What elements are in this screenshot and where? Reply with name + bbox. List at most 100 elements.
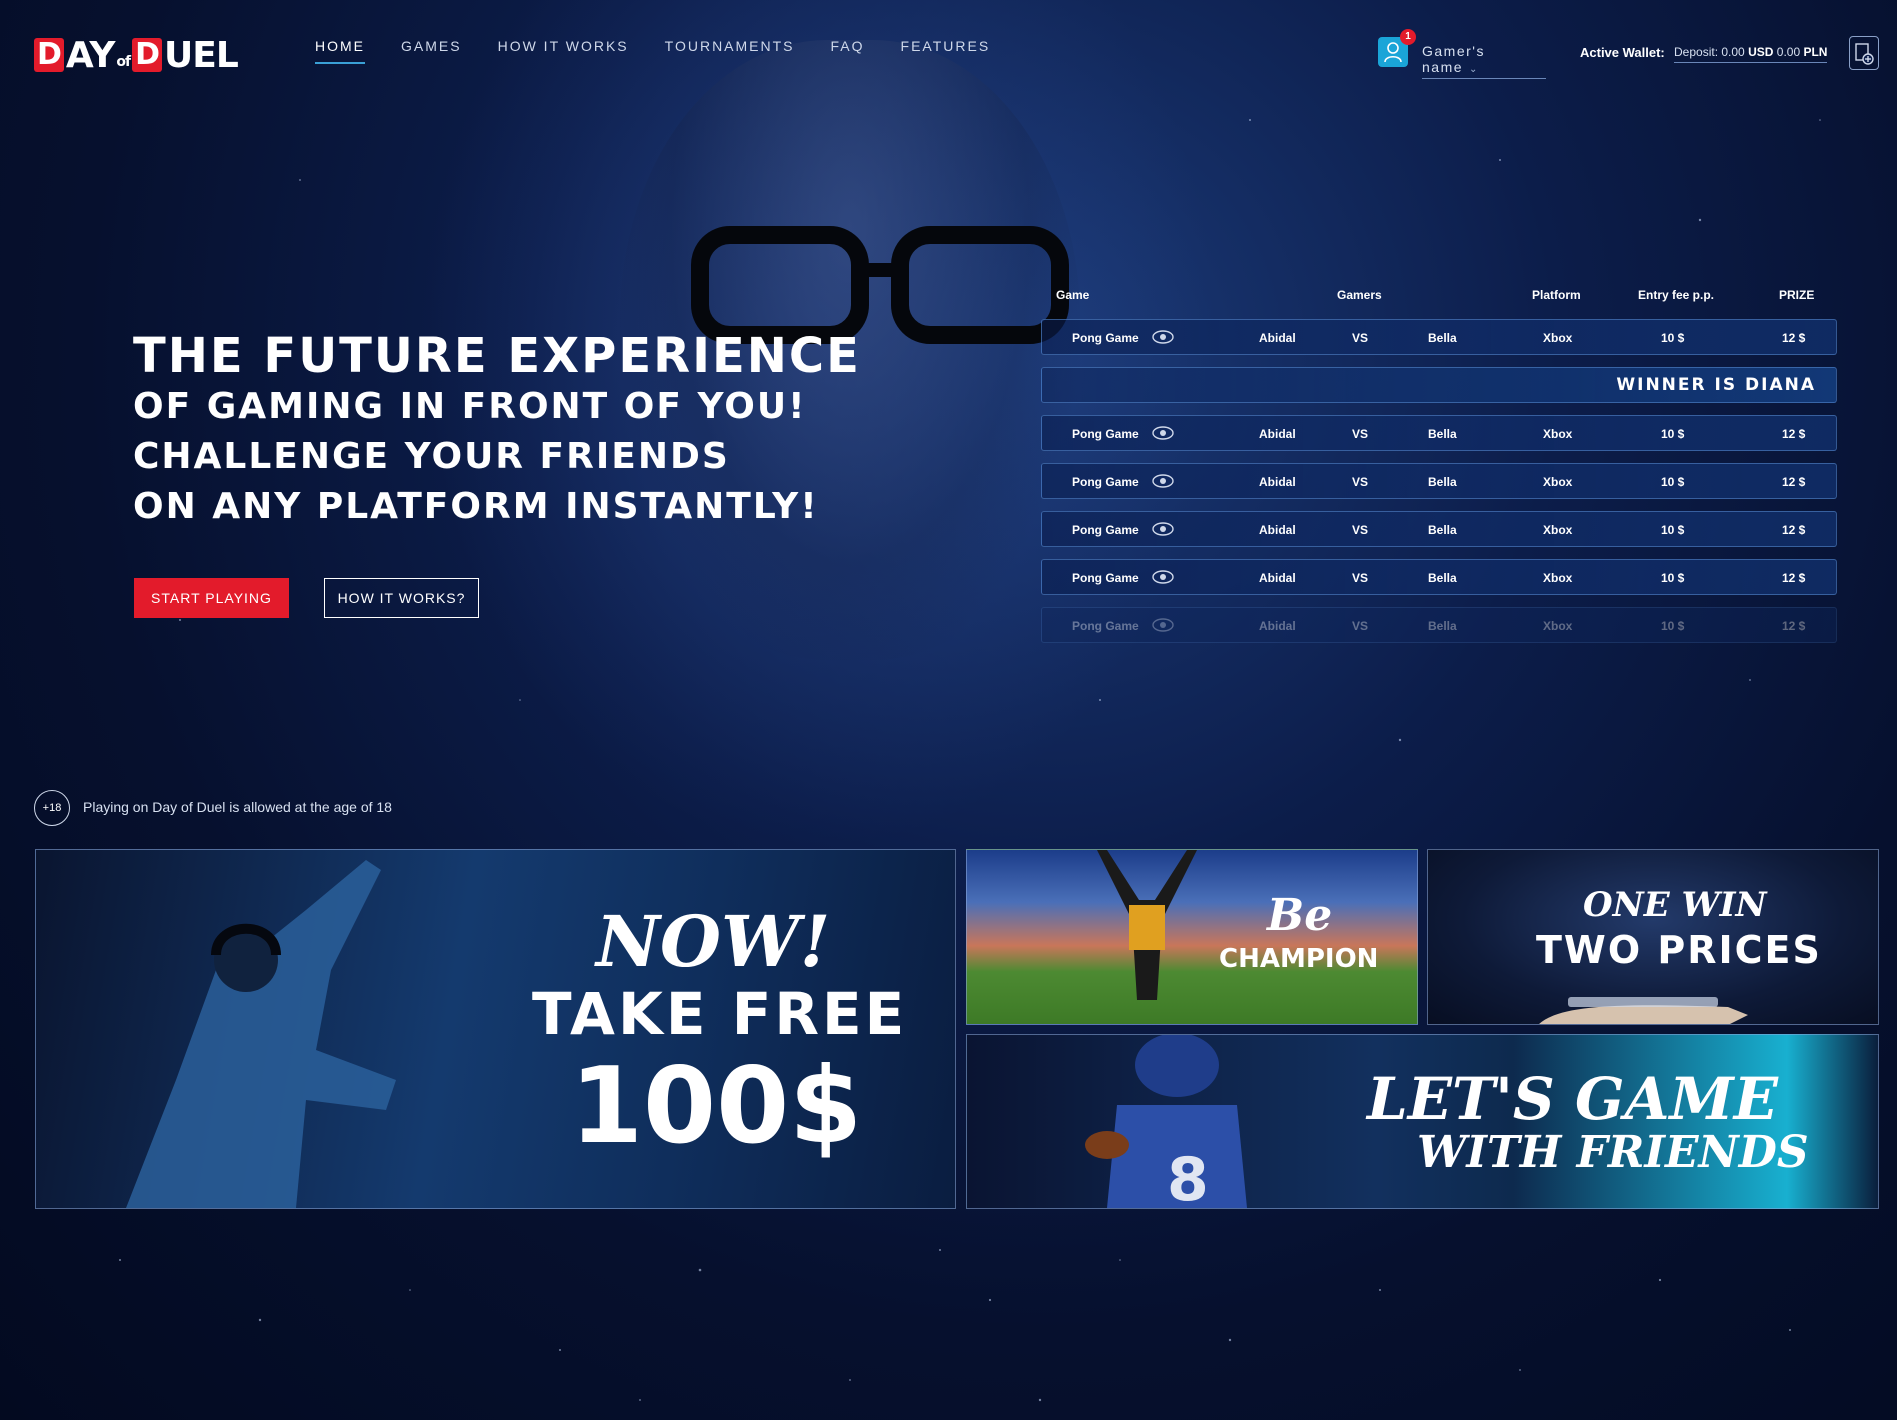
- duel-platform: Xbox: [1543, 619, 1573, 633]
- duel-vs: VS: [1352, 523, 1369, 537]
- winner-text: WINNER IS DIANA: [1616, 375, 1816, 395]
- column-entry-fee: Entry fee p.p.: [1638, 288, 1715, 302]
- duel-vs: VS: [1352, 571, 1369, 585]
- svg-text:8: 8: [1167, 1145, 1209, 1208]
- nav-faq[interactable]: FAQ: [831, 38, 865, 64]
- nav-games[interactable]: GAMES: [401, 38, 462, 64]
- hand-phone-image: [1539, 997, 1748, 1024]
- wallet-add-icon[interactable]: [1849, 36, 1879, 70]
- promo-two-prices-tile[interactable]: ONE WIN TWO PRICES: [1427, 849, 1879, 1025]
- eye-icon[interactable]: [1152, 618, 1174, 632]
- duel-player-2: Bella: [1428, 331, 1457, 345]
- duel-game: Pong Game: [1072, 475, 1139, 489]
- promo-with-friends: WITH FRIENDS: [1417, 1127, 1809, 1178]
- wallet-usd-unit: USD: [1748, 45, 1774, 59]
- promo-champion: CHAMPION: [1219, 944, 1379, 974]
- eye-icon[interactable]: [1152, 522, 1174, 536]
- cheering-gamer-image: [126, 860, 396, 1208]
- duel-row[interactable]: Pong Game Abidal VS Bella Xbox 10 $ 12 $: [1041, 415, 1837, 451]
- duel-player-1: Abidal: [1259, 427, 1296, 441]
- duel-row[interactable]: Pong Game Abidal VS Bella Xbox 10 $ 12 $: [1041, 559, 1837, 595]
- column-game: Game: [1056, 288, 1090, 302]
- wallet-pln-unit: PLN: [1803, 45, 1828, 59]
- football-player-image: 8: [1085, 1035, 1247, 1208]
- headline-line-1: THE FUTURE EXPERIENCE: [133, 328, 861, 384]
- promo-two-prices: TWO PRICES: [1536, 928, 1822, 972]
- duel-vs: VS: [1352, 427, 1369, 441]
- duel-platform: Xbox: [1543, 571, 1573, 585]
- duel-platform: Xbox: [1543, 523, 1573, 537]
- duel-player-1: Abidal: [1259, 619, 1296, 633]
- duel-player-2: Bella: [1428, 571, 1457, 585]
- duel-platform: Xbox: [1543, 475, 1573, 489]
- eye-icon[interactable]: [1152, 330, 1174, 344]
- duel-vs: VS: [1352, 619, 1369, 633]
- wallet-prefix: Deposit:: [1674, 45, 1719, 59]
- wallet-usd-amount: 0.00: [1721, 45, 1745, 59]
- headline-line-3: CHALLENGE YOUR FRIENDS: [133, 436, 730, 477]
- promo-free-100-tile[interactable]: NOW! TAKE FREE 100$: [35, 849, 956, 1209]
- promo-now: NOW!: [596, 900, 831, 983]
- site-header: D AY of D UEL HOME GAMES HOW IT WORKS TOURNA…: [0, 0, 1897, 100]
- duel-row[interactable]: Pong Game Abidal VS Bella Xbox 10 $ 12 $: [1041, 511, 1837, 547]
- duel-game: Pong Game: [1072, 427, 1139, 441]
- promo-be: Be: [1267, 890, 1333, 941]
- nav-features[interactable]: FEATURES: [901, 38, 991, 64]
- duel-row[interactable]: Pong Game Abidal VS Bella Xbox 10 $ 12 $: [1041, 319, 1837, 355]
- headline-line-4: ON ANY PLATFORM INSTANTLY!: [133, 486, 819, 527]
- duel-game: Pong Game: [1072, 331, 1139, 345]
- duel-prize: 12 $: [1782, 571, 1806, 585]
- duel-prize: 12 $: [1782, 427, 1806, 441]
- duel-fee: 10 $: [1661, 523, 1685, 537]
- duel-prize: 12 $: [1782, 523, 1806, 537]
- eye-icon[interactable]: [1152, 426, 1174, 440]
- promo-game-with-friends-tile[interactable]: 8 LET'S GAME WITH FRIENDS: [966, 1034, 1879, 1209]
- duels-table-header: Game Gamers Platform Entry fee p.p. PRIZ…: [1041, 288, 1837, 308]
- duel-prize: 12 $: [1782, 331, 1806, 345]
- duel-game: Pong Game: [1072, 571, 1139, 585]
- duel-row[interactable]: Pong Game Abidal VS Bella Xbox 10 $ 12 $: [1041, 607, 1837, 643]
- winner-banner: WINNER IS DIANA: [1041, 367, 1837, 403]
- duel-fee: 10 $: [1661, 619, 1685, 633]
- logo[interactable]: D AY of D UEL: [34, 35, 262, 76]
- duel-fee: 10 $: [1661, 427, 1685, 441]
- age-restriction-icon: +18: [34, 790, 70, 826]
- duel-player-1: Abidal: [1259, 331, 1296, 345]
- wallet-balance[interactable]: Deposit: 0.00 USD 0.00 PLN: [1674, 45, 1828, 63]
- duel-player-2: Bella: [1428, 475, 1457, 489]
- duel-fee: 10 $: [1661, 475, 1685, 489]
- wallet-pln-amount: 0.00: [1776, 45, 1801, 59]
- duel-game: Pong Game: [1072, 619, 1139, 633]
- duel-game: Pong Game: [1072, 523, 1139, 537]
- main-nav: HOME GAMES HOW IT WORKS TOURNAMENTS FAQ …: [315, 38, 1026, 64]
- hero-glasses-graphic: [691, 226, 1069, 344]
- nav-how-it-works[interactable]: HOW IT WORKS: [498, 38, 629, 64]
- promo-be-champion-tile[interactable]: Be CHAMPION: [966, 849, 1418, 1025]
- duel-prize: 12 $: [1782, 475, 1806, 489]
- duel-player-2: Bella: [1428, 619, 1457, 633]
- duel-vs: VS: [1352, 475, 1369, 489]
- promo-lets-game: LET'S GAME: [1367, 1065, 1778, 1133]
- duel-fee: 10 $: [1661, 331, 1685, 345]
- duel-vs: VS: [1352, 331, 1369, 345]
- wallet-label: Active Wallet:: [1580, 45, 1665, 60]
- headline-line-2: OF GAMING IN FRONT OF YOU!: [133, 386, 807, 427]
- eye-icon[interactable]: [1152, 570, 1174, 584]
- promo-take-free: TAKE FREE: [532, 980, 908, 1048]
- column-platform: Platform: [1532, 288, 1581, 302]
- duel-prize: 12 $: [1782, 619, 1806, 633]
- how-it-works-button[interactable]: HOW IT WORKS?: [324, 578, 479, 618]
- eye-icon[interactable]: [1152, 474, 1174, 488]
- duel-player-2: Bella: [1428, 427, 1457, 441]
- age-notice-text: Playing on Day of Duel is allowed at the…: [83, 799, 392, 815]
- gamer-name-dropdown[interactable]: Gamer's name ⌄: [1422, 43, 1546, 79]
- duel-player-1: Abidal: [1259, 475, 1296, 489]
- start-playing-button[interactable]: START PLAYING: [134, 578, 289, 618]
- duel-row[interactable]: Pong Game Abidal VS Bella Xbox 10 $ 12 $: [1041, 463, 1837, 499]
- nav-tournaments[interactable]: TOURNAMENTS: [665, 38, 795, 64]
- column-gamers: Gamers: [1337, 288, 1382, 302]
- duel-platform: Xbox: [1543, 427, 1573, 441]
- nav-home[interactable]: HOME: [315, 38, 365, 64]
- column-prize: PRIZE: [1779, 288, 1815, 302]
- duel-player-1: Abidal: [1259, 523, 1296, 537]
